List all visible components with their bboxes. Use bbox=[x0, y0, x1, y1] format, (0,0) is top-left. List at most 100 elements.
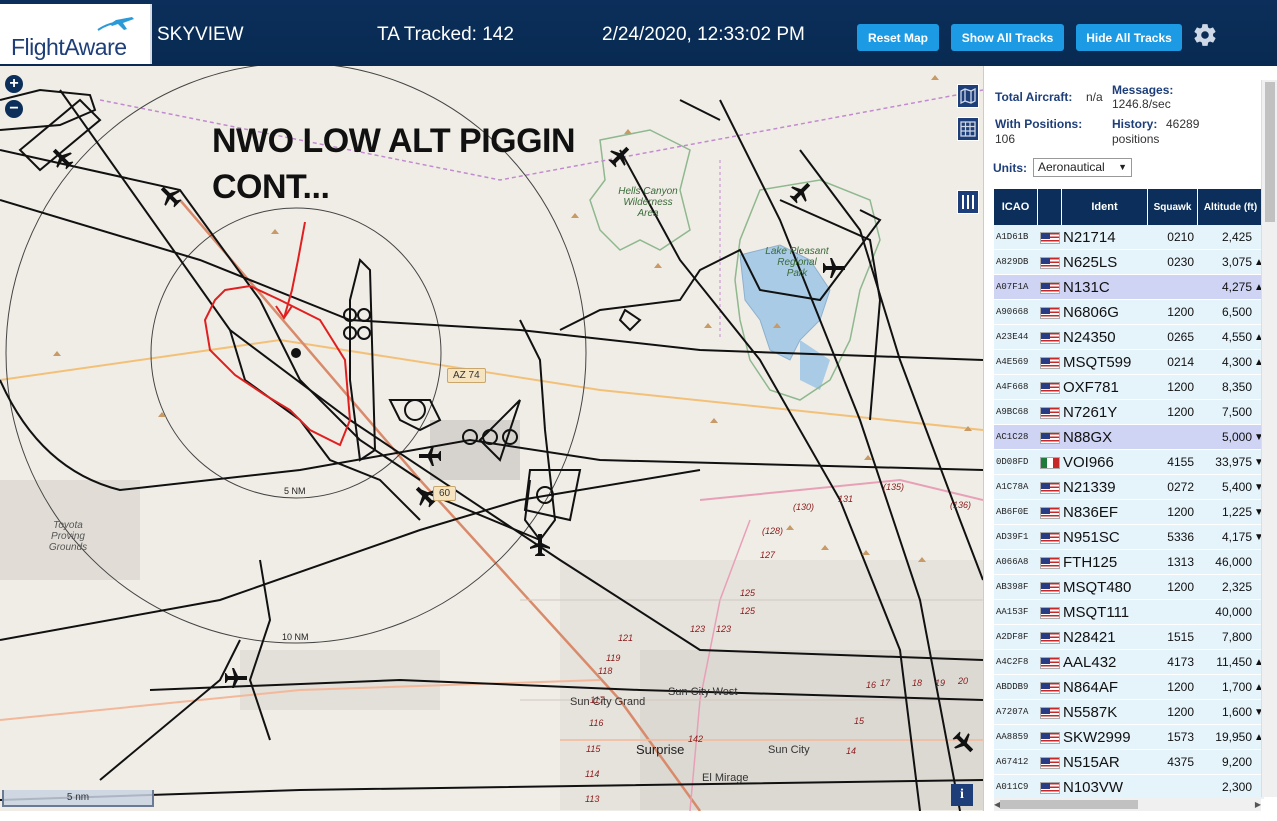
table-row[interactable]: A07F1A N131C 4,275 ▲ bbox=[994, 275, 1264, 300]
park-label-hells-canyon: Hells Canyon Wilderness Area bbox=[618, 186, 678, 219]
icao-cell: A4E569 bbox=[994, 350, 1038, 375]
table-row[interactable]: A011C9 N103VW 2,300 bbox=[994, 775, 1264, 800]
table-row[interactable]: A4C2F8 AAL432 4173 11,450 ▲ bbox=[994, 650, 1264, 675]
site-name: SKYVIEW bbox=[157, 24, 244, 45]
table-row[interactable]: AA8859 SKW2999 1573 19,950 ▲ bbox=[994, 725, 1264, 750]
us-flag-icon bbox=[1040, 431, 1060, 444]
table-row[interactable]: A4F668 OXF781 1200 8,350 bbox=[994, 375, 1264, 400]
squawk-cell: 0214 bbox=[1148, 350, 1198, 375]
table-row[interactable]: AC1C28 N88GX 5,000 ▼ bbox=[994, 425, 1264, 450]
table-row[interactable]: AA153F MSQT111 40,000 bbox=[994, 600, 1264, 625]
map-view[interactable]: + − NWO LOW ALT PIGGIN CONT... 5 NM 10 N… bbox=[0, 66, 983, 811]
route-label: 20 bbox=[958, 676, 969, 686]
altitude-cell: 4,175 bbox=[1198, 525, 1254, 550]
table-row[interactable]: A90668 N6806G 1200 6,500 bbox=[994, 300, 1264, 325]
flag-cell bbox=[1038, 550, 1062, 575]
route-label: 118 bbox=[598, 666, 613, 676]
table-row[interactable]: A23E44 N24350 0265 4,550 ▲ bbox=[994, 325, 1264, 350]
scroll-right-icon[interactable]: ▶ bbox=[1255, 800, 1261, 809]
zoom-out-button[interactable]: − bbox=[5, 100, 23, 118]
city-label-sun-city: Sun City bbox=[768, 744, 810, 756]
route-label: (128) bbox=[762, 526, 784, 536]
squawk-cell bbox=[1148, 775, 1198, 800]
route-label: 114 bbox=[585, 769, 600, 779]
us-flag-icon bbox=[1040, 581, 1060, 594]
grid-toggle-button[interactable] bbox=[957, 117, 979, 141]
table-row[interactable]: A4E569 MSQT599 0214 4,300 ▲ bbox=[994, 350, 1264, 375]
hide-all-tracks-button[interactable]: Hide All Tracks bbox=[1076, 24, 1182, 51]
route-label: (135) bbox=[883, 482, 905, 492]
squawk-cell: 1515 bbox=[1148, 625, 1198, 650]
show-all-tracks-button[interactable]: Show All Tracks bbox=[951, 24, 1064, 51]
altitude-cell: 5,000 bbox=[1198, 425, 1254, 450]
zoom-in-button[interactable]: + bbox=[5, 75, 23, 93]
squawk-cell: 1200 bbox=[1148, 700, 1198, 725]
table-row[interactable]: AB6F0E N836EF 1200 1,225 ▼ bbox=[994, 500, 1264, 525]
us-flag-icon bbox=[1040, 606, 1060, 619]
table-row[interactable]: A1D61B N21714 0210 2,425 bbox=[994, 225, 1264, 250]
squawk-cell: 1200 bbox=[1148, 400, 1198, 425]
info-button[interactable]: i bbox=[951, 784, 973, 806]
vertical-scroll-thumb[interactable] bbox=[1265, 82, 1275, 222]
ident-cell: N24350 bbox=[1062, 325, 1148, 350]
table-row[interactable]: A066A8 FTH125 1313 46,000 bbox=[994, 550, 1264, 575]
table-row[interactable]: A829DB N625LS 0230 3,075 ▲ bbox=[994, 250, 1264, 275]
aircraft-table-body: A1D61B N21714 0210 2,425 A829DB N625LS 0230 3,0… bbox=[994, 225, 1264, 800]
flag-cell bbox=[1038, 575, 1062, 600]
table-row[interactable]: A7207A N5587K 1200 1,600 ▼ bbox=[994, 700, 1264, 725]
ident-cell: MSQT599 bbox=[1062, 350, 1148, 375]
table-row[interactable]: ABDDB9 N864AF 1200 1,700 ▲ bbox=[994, 675, 1264, 700]
messages-label: Messages: bbox=[1112, 83, 1174, 97]
icao-cell: AB6F0E bbox=[994, 500, 1038, 525]
table-header-row: ICAO Ident Squawk Altitude (ft) bbox=[994, 189, 1264, 225]
city-label-el-mirage: El Mirage bbox=[702, 772, 749, 784]
vertical-scrollbar[interactable] bbox=[1261, 80, 1277, 797]
us-flag-icon bbox=[1040, 656, 1060, 669]
flag-cell bbox=[1038, 775, 1062, 800]
altitude-cell: 4,300 bbox=[1198, 350, 1254, 375]
altitude-cell: 19,950 bbox=[1198, 725, 1254, 750]
us-flag-icon bbox=[1040, 731, 1060, 744]
ident-cell: N864AF bbox=[1062, 675, 1148, 700]
table-row[interactable]: A1C78A N21339 0272 5,400 ▼ bbox=[994, 475, 1264, 500]
gear-icon[interactable] bbox=[1192, 22, 1218, 48]
table-row[interactable]: A9BC68 N7261Y 1200 7,500 bbox=[994, 400, 1264, 425]
us-flag-icon bbox=[1040, 531, 1060, 544]
ident-cell: N515AR bbox=[1062, 750, 1148, 775]
table-row[interactable]: A67412 N515AR 4375 9,200 bbox=[994, 750, 1264, 775]
reset-map-button[interactable]: Reset Map bbox=[857, 24, 939, 51]
header-icao[interactable]: ICAO bbox=[994, 189, 1038, 225]
table-row[interactable]: AD39F1 N951SC 5336 4,175 ▼ bbox=[994, 525, 1264, 550]
us-flag-icon bbox=[1040, 756, 1060, 769]
logo-text: FlightAware bbox=[11, 34, 127, 60]
map-canvas[interactable] bbox=[0, 66, 983, 811]
map-layers-button[interactable] bbox=[957, 84, 979, 108]
altitude-cell: 33,975 bbox=[1198, 450, 1254, 475]
table-row[interactable]: A2DF8F N28421 1515 7,800 bbox=[994, 625, 1264, 650]
total-aircraft-value: n/a bbox=[1086, 90, 1103, 104]
ident-cell: FTH125 bbox=[1062, 550, 1148, 575]
us-flag-icon bbox=[1040, 556, 1060, 569]
flag-cell bbox=[1038, 425, 1062, 450]
squawk-cell: 0210 bbox=[1148, 225, 1198, 250]
icao-cell: AC1C28 bbox=[994, 425, 1038, 450]
table-row[interactable]: AB398F MSQT480 1200 2,325 bbox=[994, 575, 1264, 600]
squawk-cell: 1200 bbox=[1148, 375, 1198, 400]
units-select[interactable]: Aeronautical ▼ bbox=[1033, 158, 1132, 177]
squawk-cell: 4375 bbox=[1148, 750, 1198, 775]
header-squawk[interactable]: Squawk bbox=[1148, 189, 1198, 225]
header-ident[interactable]: Ident bbox=[1062, 189, 1148, 225]
flag-cell bbox=[1038, 600, 1062, 625]
horizontal-scroll-thumb[interactable] bbox=[1000, 800, 1138, 809]
squawk-cell bbox=[1148, 425, 1198, 450]
ident-cell: VOI966 bbox=[1062, 450, 1148, 475]
icao-cell: A07F1A bbox=[994, 275, 1038, 300]
ident-cell: SKW2999 bbox=[1062, 725, 1148, 750]
table-row[interactable]: 0D08FD VOI966 4155 33,975 ▼ bbox=[994, 450, 1264, 475]
sidebar-toggle-button[interactable] bbox=[957, 190, 979, 214]
ident-cell: MSQT111 bbox=[1062, 600, 1148, 625]
horizontal-scrollbar[interactable]: ◀ ▶ bbox=[994, 798, 1261, 811]
flightaware-logo[interactable]: FlightAware bbox=[0, 4, 152, 64]
header-altitude[interactable]: Altitude (ft) bbox=[1198, 189, 1264, 225]
flag-cell bbox=[1038, 475, 1062, 500]
